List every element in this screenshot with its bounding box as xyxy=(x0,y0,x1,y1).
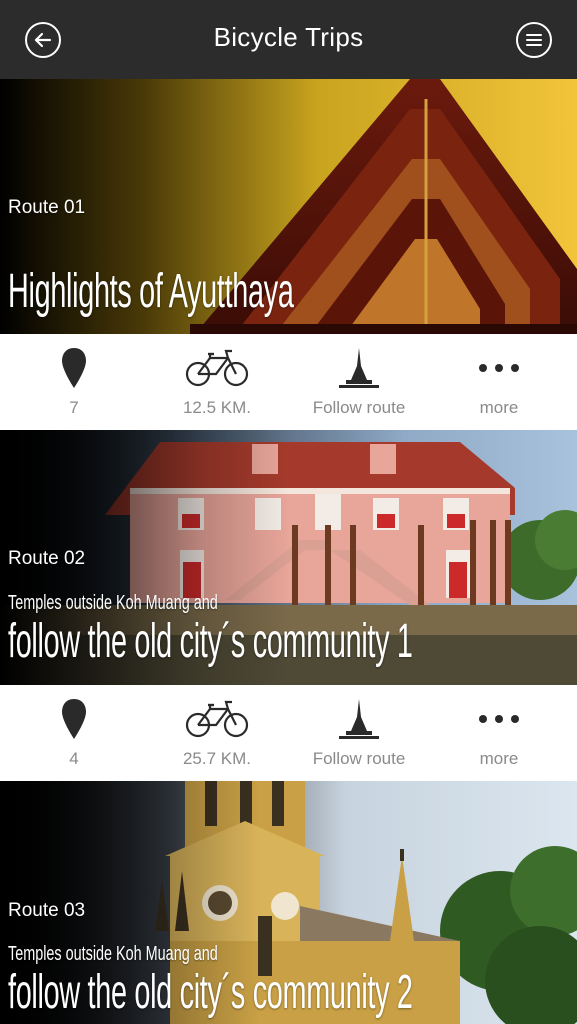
route-banner-02[interactable]: Route 02 Temples outside Koh Muang and f… xyxy=(0,430,577,685)
more-button[interactable]: more xyxy=(427,334,571,430)
page-title: Bicycle Trips xyxy=(213,22,364,52)
follow-route-label: Follow route xyxy=(312,749,406,768)
route-number: Route 03 xyxy=(8,900,86,921)
route-banner-03[interactable]: Route 03 Temples outside Koh Muang and f… xyxy=(0,781,577,1024)
map-pin-icon xyxy=(62,699,86,739)
ellipsis-icon xyxy=(479,715,519,723)
stop-count[interactable]: 7 xyxy=(2,334,146,430)
stupa-icon xyxy=(339,699,379,739)
follow-route-button[interactable]: Follow route xyxy=(287,334,431,430)
distance[interactable]: 12.5 KM. xyxy=(145,334,289,430)
stop-count-label: 4 xyxy=(69,749,79,768)
distance[interactable]: 25.7 KM. xyxy=(145,685,289,781)
route-number: Route 02 xyxy=(8,548,86,569)
route-info-row-02: 4 25.7 KM. Follow route more xyxy=(0,685,577,781)
route-subtitle: Temples outside Koh Muang and xyxy=(8,943,218,965)
route-number: Route 01 xyxy=(8,197,86,218)
route-title: follow the old city´s community 2 xyxy=(8,966,413,1019)
distance-label: 25.7 KM. xyxy=(182,749,252,768)
stop-count-label: 7 xyxy=(69,398,79,417)
more-label: more xyxy=(479,398,519,417)
bicycle-icon xyxy=(185,700,249,738)
route-subtitle: Temples outside Koh Muang and xyxy=(8,592,218,614)
map-pin-icon xyxy=(62,348,86,388)
route-title: follow the old city´s community 1 xyxy=(8,615,413,668)
follow-route-label: Follow route xyxy=(312,398,406,417)
menu-button[interactable] xyxy=(516,22,552,58)
stupa-icon xyxy=(339,348,379,388)
stop-count[interactable]: 4 xyxy=(2,685,146,781)
nav-bar: Bicycle Trips xyxy=(0,0,577,79)
more-button[interactable]: more xyxy=(427,685,571,781)
menu-icon xyxy=(526,34,542,46)
follow-route-button[interactable]: Follow route xyxy=(287,685,431,781)
route-info-row-01: 7 12.5 KM. Follow route more xyxy=(0,334,577,430)
more-label: more xyxy=(479,749,519,768)
distance-label: 12.5 KM. xyxy=(182,398,252,417)
bicycle-icon xyxy=(185,349,249,387)
ellipsis-icon xyxy=(479,364,519,372)
route-title: Highlights of Ayutthaya xyxy=(8,265,294,318)
route-banner-01[interactable]: Route 01 Highlights of Ayutthaya xyxy=(0,79,577,334)
